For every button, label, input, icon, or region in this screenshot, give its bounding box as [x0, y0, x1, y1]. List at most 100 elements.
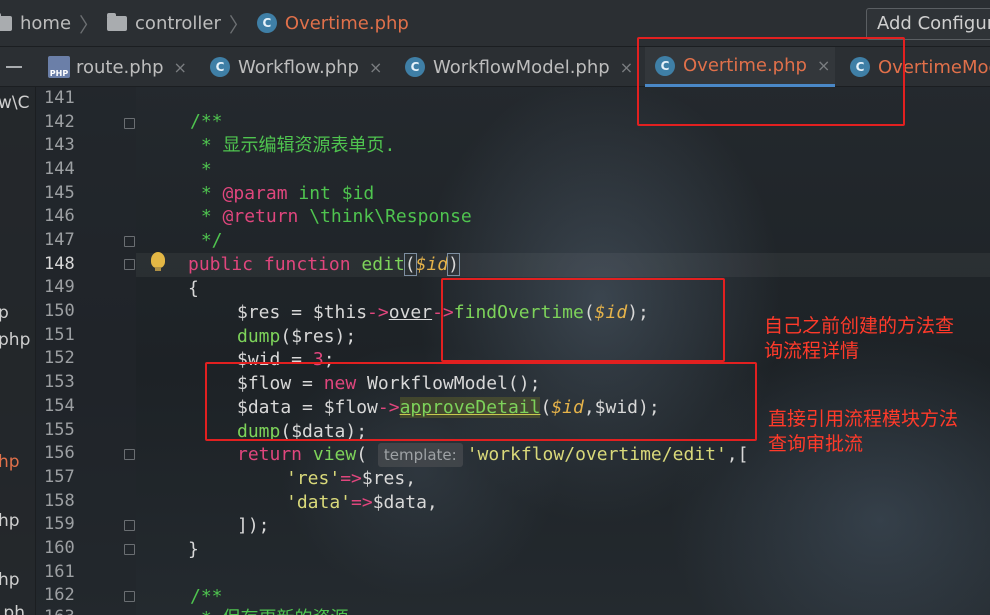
comment-text: \think\Response: [298, 206, 472, 227]
code-line: /**: [190, 586, 223, 607]
tab-workflowmodel[interactable]: C WorkflowModel.php ×: [405, 47, 633, 87]
code-line: /**: [190, 111, 223, 132]
parameter: $id: [415, 254, 449, 275]
tab-label: WorkflowModel.php: [433, 56, 610, 78]
close-icon[interactable]: ×: [620, 58, 633, 77]
line-number: 157: [44, 467, 75, 487]
code-line: 'res'=>$res,: [286, 467, 416, 491]
tab-route[interactable]: PHP route.php ×: [48, 47, 187, 87]
code-line: }: [188, 539, 199, 560]
keyword: function: [263, 254, 351, 275]
breadcrumb-item-file[interactable]: C Overtime.php: [256, 12, 409, 34]
class-file-icon: C: [256, 13, 277, 33]
keyword: return: [237, 444, 303, 465]
string-literal: 'workflow/overtime/edit': [466, 444, 727, 465]
line-number: 147: [44, 230, 75, 250]
operator: =>: [340, 468, 362, 489]
menu-icon[interactable]: [6, 66, 22, 68]
paren: (: [356, 444, 378, 465]
line-number: 160: [44, 538, 75, 558]
code-text: $res,: [361, 468, 417, 489]
comment-text: *: [190, 183, 223, 204]
annotation-box-workflow: [205, 362, 757, 441]
code-line: * 显示编辑资源表单页.: [190, 135, 396, 156]
comment-text: int $id: [287, 183, 375, 204]
breadcrumb-label: home: [20, 12, 72, 34]
code-line: *: [190, 159, 212, 180]
project-sidebar[interactable]: w\C p php hp hp hp .ph: [0, 87, 36, 615]
tab-workflow[interactable]: C Workflow.php ×: [210, 47, 382, 87]
annotation-box-tab: [637, 37, 905, 126]
annotation-text: 询流程详情: [764, 340, 860, 362]
sidebar-item[interactable]: w\C: [0, 93, 30, 113]
line-number: 156: [44, 443, 75, 463]
string-literal: 'res': [286, 468, 341, 489]
line-number: 155: [44, 420, 75, 440]
line-number: 152: [44, 348, 75, 368]
fold-marker-icon[interactable]: [124, 118, 135, 129]
fold-marker-icon[interactable]: [124, 520, 135, 531]
code-line: * 保存更新的资源: [190, 607, 349, 615]
fold-marker-icon[interactable]: [124, 259, 135, 270]
code-line: * @return \think\Response: [190, 205, 472, 229]
line-number: 141: [44, 88, 75, 108]
sidebar-item[interactable]: hp: [0, 570, 20, 590]
chevron-right-icon: 〉: [79, 12, 100, 37]
breadcrumb-item-home[interactable]: home: [0, 12, 72, 34]
close-icon[interactable]: ×: [174, 58, 187, 77]
code-line: 'data'=>$data,: [286, 491, 438, 515]
line-number: 154: [44, 396, 75, 416]
chevron-right-icon: 〉: [228, 12, 249, 37]
line-number: 144: [44, 159, 75, 179]
line-number: 162: [44, 585, 75, 605]
add-configuration-button[interactable]: Add Configur: [866, 8, 990, 40]
sidebar-item[interactable]: hp: [0, 511, 20, 531]
fold-marker-icon[interactable]: [124, 591, 135, 602]
line-number: 161: [44, 562, 75, 582]
code-text: ($res);: [280, 326, 357, 347]
code-line: public function edit($id): [188, 253, 460, 277]
code-text: ,[: [726, 444, 749, 465]
breadcrumb-item-controller[interactable]: controller: [107, 12, 221, 34]
line-number-gutter[interactable]: 141 142 143 144 145 146 147 148 149 150 …: [36, 87, 136, 615]
line-number: 151: [44, 325, 75, 345]
keyword: public: [188, 254, 254, 275]
code-line: ]);: [237, 515, 270, 536]
class-file-icon: C: [210, 57, 230, 77]
sidebar-item[interactable]: p: [0, 303, 9, 323]
line-number: 158: [44, 491, 75, 511]
line-number: 148: [44, 254, 75, 274]
fold-marker-icon[interactable]: [124, 449, 135, 460]
comment-text: *: [190, 206, 223, 227]
sidebar-item[interactable]: hp: [0, 452, 20, 472]
fold-marker-icon[interactable]: [124, 236, 135, 247]
line-number: 146: [44, 206, 75, 226]
code-line: return view( template:'workflow/overtime…: [237, 443, 748, 467]
line-number: 159: [44, 514, 75, 534]
code-line: */: [190, 230, 223, 251]
code-line: {: [188, 278, 199, 299]
line-number: 149: [44, 277, 75, 297]
breadcrumb-file-label: Overtime.php: [284, 12, 409, 34]
operator: ->: [367, 302, 389, 323]
line-number: 143: [44, 135, 75, 155]
tab-label: Workflow.php: [238, 56, 359, 78]
annotation-text: 直接引用流程模块方法: [768, 408, 959, 430]
line-number: 153: [44, 372, 75, 392]
code-line: * @param int $id: [190, 182, 374, 206]
paren: (: [403, 253, 417, 276]
fold-marker-icon[interactable]: [124, 544, 135, 555]
line-number: 150: [44, 301, 75, 321]
sidebar-item[interactable]: php: [0, 330, 30, 350]
close-icon[interactable]: ×: [369, 58, 382, 77]
code-text: $res = $this: [237, 302, 368, 323]
class-file-icon: C: [405, 57, 425, 77]
line-number: 142: [44, 112, 75, 132]
code-text: $data,: [372, 492, 438, 513]
sidebar-item[interactable]: .ph: [0, 603, 25, 615]
annotation-note-1: 自己之前创建的方法查 询流程详情: [764, 314, 984, 364]
doc-tag: @param: [222, 183, 288, 204]
annotation-text: 查询审批流: [768, 433, 864, 455]
line-number: 145: [44, 183, 75, 203]
operator: =>: [351, 492, 373, 513]
